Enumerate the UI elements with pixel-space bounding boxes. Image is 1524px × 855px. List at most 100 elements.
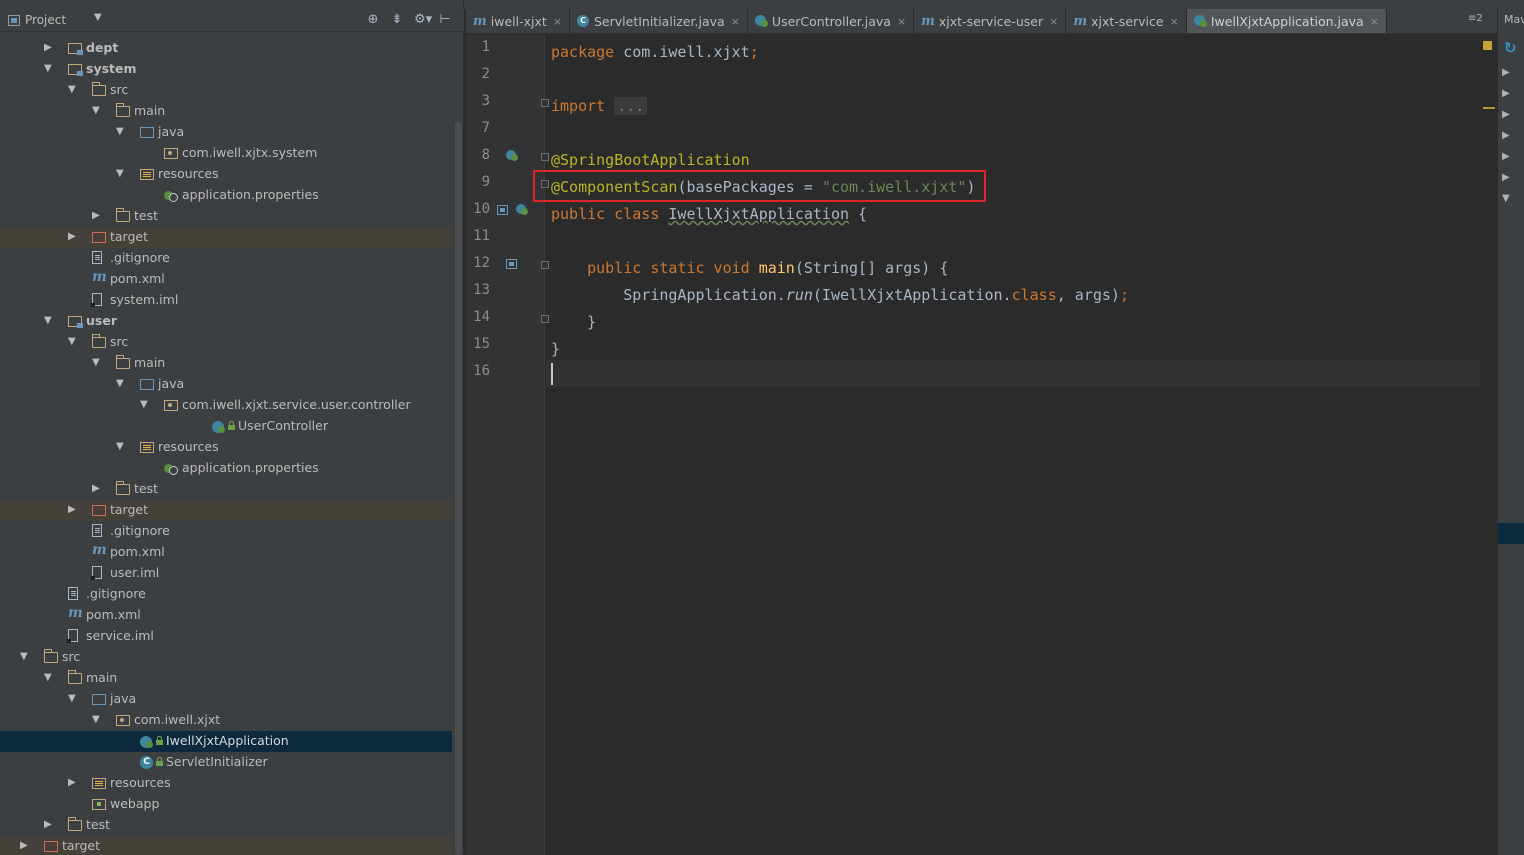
- project-scrollbar[interactable]: [455, 122, 462, 855]
- chevron-down-icon[interactable]: ▼: [94, 12, 102, 23]
- tree-node[interactable]: user.iml: [0, 563, 452, 584]
- tabs-overflow-icon[interactable]: ≡2: [1468, 13, 1483, 24]
- editor-tab[interactable]: IwellXjxtApplication.java ×: [1186, 9, 1387, 33]
- expand-arrow-icon[interactable]: ▶: [1502, 88, 1510, 99]
- tree-node[interactable]: application.properties: [0, 458, 452, 479]
- tree-node[interactable]: ▼ src: [0, 80, 452, 101]
- tree-node[interactable]: application.properties: [0, 185, 452, 206]
- expanded-arrow-icon[interactable]: ▼: [92, 715, 102, 725]
- expanded-arrow-icon[interactable]: ▼: [68, 337, 78, 347]
- fold-marker-icon[interactable]: [541, 315, 549, 323]
- collapsed-arrow-icon[interactable]: ▶: [44, 820, 54, 830]
- tree-node[interactable]: ▶ target: [0, 500, 452, 521]
- tree-node[interactable]: ▼ java: [0, 122, 452, 143]
- expand-arrow-icon[interactable]: ▶: [1502, 130, 1510, 141]
- expand-arrow-icon[interactable]: ▶: [1502, 109, 1510, 120]
- editor-tab[interactable]: m iwell-xjxt ×: [466, 9, 570, 33]
- tree-node[interactable]: ▼ resources: [0, 437, 452, 458]
- spring-bean-icon[interactable]: [515, 203, 529, 217]
- expanded-arrow-icon[interactable]: ▼: [116, 442, 126, 452]
- expand-arrow-icon[interactable]: ▶: [1502, 67, 1510, 78]
- project-view-selector[interactable]: Project: [8, 13, 66, 27]
- expanded-arrow-icon[interactable]: ▼: [44, 64, 54, 74]
- expanded-arrow-icon[interactable]: ▼: [68, 85, 78, 95]
- close-icon[interactable]: ×: [1049, 15, 1058, 28]
- close-icon[interactable]: ×: [731, 15, 740, 28]
- tree-node[interactable]: ▼ resources: [0, 164, 452, 185]
- run-icon[interactable]: [506, 259, 517, 269]
- editor-tab[interactable]: UserController.java ×: [748, 9, 915, 33]
- collapsed-arrow-icon[interactable]: ▶: [44, 43, 54, 53]
- gear-icon[interactable]: ⚙▾: [414, 12, 432, 27]
- collapsed-arrow-icon[interactable]: ▶: [92, 211, 102, 221]
- expand-arrow-icon[interactable]: ▶: [1502, 172, 1510, 183]
- tree-node[interactable]: ▼ src: [0, 647, 452, 668]
- collapsed-arrow-icon[interactable]: ▶: [68, 232, 78, 242]
- refresh-icon[interactable]: ↻: [1504, 39, 1517, 57]
- collapse-arrow-icon[interactable]: ▼: [1502, 193, 1510, 204]
- expanded-arrow-icon[interactable]: ▼: [20, 652, 30, 662]
- tree-node[interactable]: ▶ dept: [0, 38, 452, 59]
- collapsed-arrow-icon[interactable]: ▶: [20, 841, 30, 851]
- tree-node[interactable]: .gitignore: [0, 248, 452, 269]
- expanded-arrow-icon[interactable]: ▼: [116, 127, 126, 137]
- tree-node[interactable]: ▶ test: [0, 479, 452, 500]
- tree-node[interactable]: ▼ system: [0, 59, 452, 80]
- editor-tab[interactable]: m xjxt-service ×: [1066, 9, 1187, 33]
- expanded-arrow-icon[interactable]: ▼: [116, 169, 126, 179]
- hide-panel-icon[interactable]: ⊢: [438, 12, 452, 27]
- expanded-arrow-icon[interactable]: ▼: [92, 358, 102, 368]
- tree-node[interactable]: service.iml: [0, 626, 452, 647]
- tree-node[interactable]: ▶ test: [0, 206, 452, 227]
- collapsed-arrow-icon[interactable]: ▶: [68, 778, 78, 788]
- code-editor[interactable]: 1 2 3 7 8 9 10 11 12 13 14 15 16 package com.iwell.x…: [466, 35, 1497, 855]
- scroll-from-source-icon[interactable]: ⊕: [366, 12, 380, 27]
- tree-node[interactable]: com.iwell.xjtx.system: [0, 143, 452, 164]
- tree-node[interactable]: ▶ target: [0, 227, 452, 248]
- close-icon[interactable]: ×: [1370, 15, 1379, 28]
- tree-node[interactable]: ▶ resources: [0, 773, 452, 794]
- close-icon[interactable]: ×: [1170, 15, 1179, 28]
- collapse-all-icon[interactable]: ⇟: [390, 12, 404, 27]
- close-icon[interactable]: ×: [897, 15, 906, 28]
- editor-tab[interactable]: m xjxt-service-user ×: [914, 9, 1067, 33]
- collapsed-arrow-icon[interactable]: ▶: [68, 505, 78, 515]
- warning-marker[interactable]: [1483, 107, 1495, 109]
- tree-node[interactable]: ▶ test: [0, 815, 452, 836]
- tree-node[interactable]: ▼ user: [0, 311, 452, 332]
- tree-node[interactable]: ▼ main: [0, 101, 452, 122]
- expand-arrow-icon[interactable]: ▶: [1502, 151, 1510, 162]
- tree-node[interactable]: system.iml: [0, 290, 452, 311]
- tree-node[interactable]: webapp: [0, 794, 452, 815]
- close-icon[interactable]: ×: [553, 15, 562, 28]
- tree-node[interactable]: ▼ java: [0, 689, 452, 710]
- tree-node[interactable]: ▼ main: [0, 353, 452, 374]
- editor-tab[interactable]: ServletInitializer.java ×: [570, 9, 748, 33]
- fold-marker-icon[interactable]: [541, 99, 549, 107]
- expanded-arrow-icon[interactable]: ▼: [92, 106, 102, 116]
- expanded-arrow-icon[interactable]: ▼: [44, 673, 54, 683]
- tree-node[interactable]: m pom.xml: [0, 269, 452, 290]
- warning-indicator-icon[interactable]: [1483, 41, 1492, 50]
- tree-node[interactable]: m pom.xml: [0, 542, 452, 563]
- tree-node[interactable]: m pom.xml: [0, 605, 452, 626]
- folded-imports[interactable]: ...: [614, 97, 648, 115]
- tree-node[interactable]: ▼ src: [0, 332, 452, 353]
- expanded-arrow-icon[interactable]: ▼: [116, 379, 126, 389]
- tree-node[interactable]: ▶ target: [0, 836, 452, 855]
- spring-bean-icon[interactable]: [505, 149, 519, 163]
- tree-node[interactable]: ▼ com.iwell.xjxt.service.user.controller: [0, 395, 452, 416]
- tree-node[interactable]: UserController: [0, 416, 452, 437]
- tree-node[interactable]: ▼ com.iwell.xjxt: [0, 710, 452, 731]
- collapsed-arrow-icon[interactable]: ▶: [92, 484, 102, 494]
- expanded-arrow-icon[interactable]: ▼: [140, 400, 150, 410]
- maven-panel-label[interactable]: Mav: [1504, 13, 1524, 26]
- tree-node[interactable]: ▼ main: [0, 668, 452, 689]
- tree-node[interactable]: .gitignore: [0, 584, 452, 605]
- expanded-arrow-icon[interactable]: ▼: [44, 316, 54, 326]
- tree-node[interactable]: ServletInitializer: [0, 752, 452, 773]
- error-stripe[interactable]: [1480, 35, 1497, 855]
- run-icon[interactable]: [497, 205, 508, 215]
- tree-node[interactable]: ▼ java: [0, 374, 452, 395]
- fold-marker-icon[interactable]: [541, 153, 549, 161]
